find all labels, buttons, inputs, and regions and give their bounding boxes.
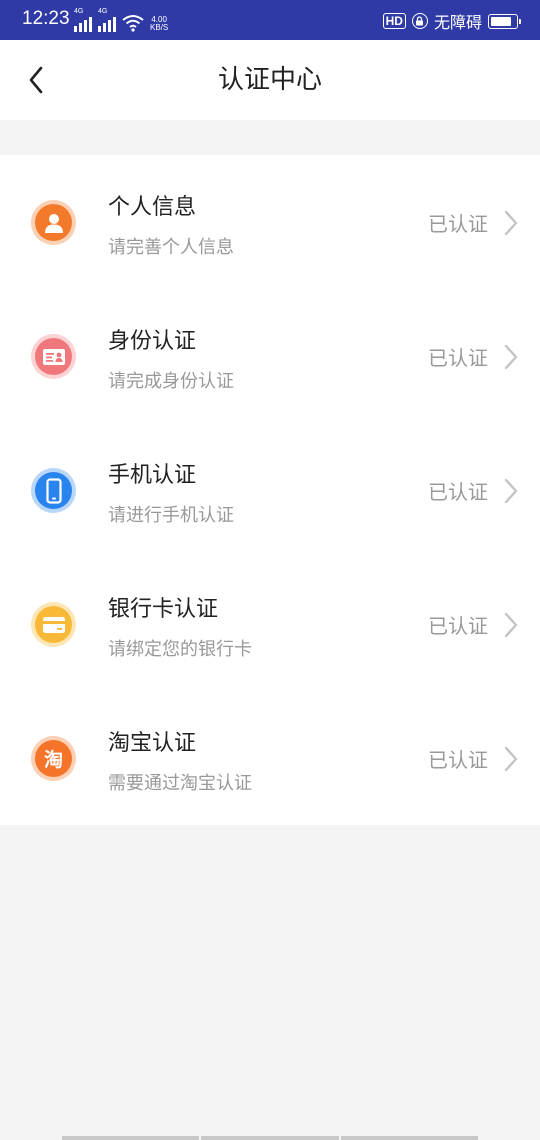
chevron-right-icon bbox=[504, 344, 518, 370]
list-item-identity[interactable]: 身份认证 请完成身份认证 已认证 bbox=[0, 289, 540, 423]
back-button[interactable] bbox=[14, 58, 58, 102]
item-title: 个人信息 bbox=[108, 195, 197, 220]
id-card-icon bbox=[31, 334, 76, 379]
network-speed-unit: KB/S bbox=[150, 23, 169, 32]
chevron-right-icon bbox=[504, 612, 518, 638]
status-right-icons: HD 无障碍 bbox=[382, 9, 521, 33]
item-subtitle: 请完成身份认证 bbox=[108, 371, 234, 392]
network-speed: 4.00 KB/S bbox=[150, 16, 168, 32]
item-subtitle: 需要通过淘宝认证 bbox=[108, 773, 252, 794]
page-title: 认证中心 bbox=[217, 65, 322, 95]
status-badge: 已认证 bbox=[428, 748, 488, 772]
item-title: 手机认证 bbox=[108, 463, 197, 488]
signal-type-label: 4G bbox=[74, 8, 84, 15]
taobao-icon: 淘 bbox=[31, 736, 76, 781]
list-item-personal-info[interactable]: 个人信息 请完善个人信息 已认证 bbox=[0, 155, 540, 289]
bank-card-icon bbox=[31, 602, 76, 647]
signal-type-label: 4G bbox=[98, 8, 108, 15]
status-badge: 已认证 bbox=[428, 212, 488, 236]
phone-icon bbox=[31, 468, 76, 513]
item-title: 身份认证 bbox=[108, 329, 197, 354]
list-item-phone[interactable]: 手机认证 请进行手机认证 已认证 bbox=[0, 423, 540, 557]
item-title: 淘宝认证 bbox=[108, 731, 197, 756]
home-indicator[interactable] bbox=[62, 1136, 478, 1140]
list-item-taobao[interactable]: 淘 淘宝认证 需要通过淘宝认证 已认证 bbox=[0, 691, 540, 825]
signal-icon: 4G bbox=[74, 8, 92, 32]
nav-bar: 认证中心 bbox=[0, 40, 540, 120]
status-left-icons: 4G 4G 4.00 KB/S bbox=[74, 8, 168, 32]
signal-icon: 4G bbox=[98, 8, 116, 32]
chevron-right-icon bbox=[504, 478, 518, 504]
lock-icon bbox=[411, 13, 428, 29]
chevron-right-icon bbox=[504, 746, 518, 772]
battery-icon bbox=[488, 13, 521, 29]
status-time: 12:23 bbox=[22, 8, 70, 29]
item-subtitle: 请完善个人信息 bbox=[108, 237, 234, 258]
wifi-icon bbox=[122, 15, 144, 32]
status-badge: 已认证 bbox=[428, 614, 488, 638]
status-badge: 已认证 bbox=[428, 480, 488, 504]
item-subtitle: 请进行手机认证 bbox=[108, 505, 234, 526]
verification-list: 个人信息 请完善个人信息 已认证 身份认证 请完成身份认证 已认证 手机认证 请… bbox=[0, 155, 540, 825]
hd-icon: HD bbox=[382, 13, 406, 29]
accessibility-label: 无障碍 bbox=[433, 13, 482, 32]
status-bar: 12:23 4G 4G 4.00 KB/S HD 无障碍 bbox=[0, 0, 540, 40]
item-title: 银行卡认证 bbox=[108, 597, 219, 622]
taobao-icon-text: 淘 bbox=[43, 749, 63, 771]
chevron-left-icon[interactable] bbox=[28, 66, 44, 94]
chevron-right-icon bbox=[504, 210, 518, 236]
list-item-bank-card[interactable]: 银行卡认证 请绑定您的银行卡 已认证 bbox=[0, 557, 540, 691]
person-icon bbox=[31, 200, 76, 245]
status-badge: 已认证 bbox=[428, 346, 488, 370]
item-subtitle: 请绑定您的银行卡 bbox=[108, 639, 252, 660]
